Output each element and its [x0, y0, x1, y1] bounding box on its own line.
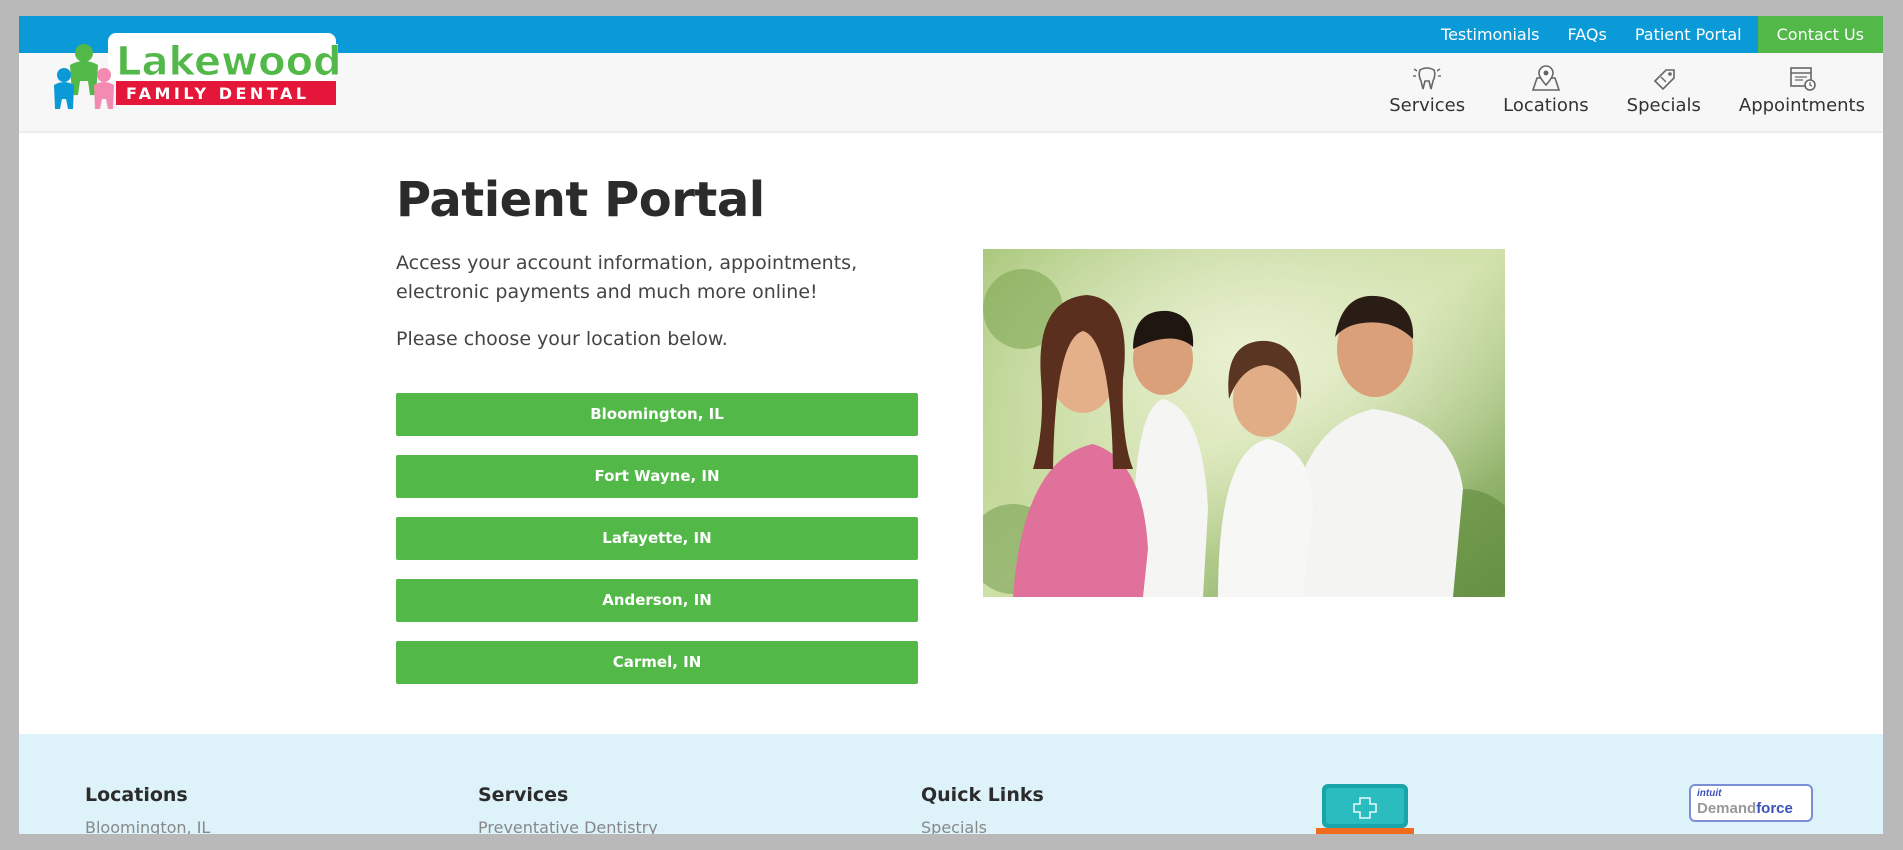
intro-text: Access your account information, appoint…: [396, 252, 858, 303]
calendar-icon: [1790, 67, 1816, 91]
main-content: Patient Portal Access your account infor…: [19, 135, 1883, 735]
main-nav: Services Locations Specials Appointments: [1351, 65, 1865, 116]
footer-locations-heading: Locations: [85, 784, 188, 806]
site-header: Lakewood FAMILY DENTAL Services Location…: [19, 33, 1883, 133]
tag-icon: [1653, 69, 1675, 91]
portal-badge-icon[interactable]: [1316, 782, 1414, 834]
footer-services: Services Preventative Dentistry: [478, 784, 658, 834]
nav-specials-label: Specials: [1626, 95, 1701, 116]
top-link-faqs[interactable]: FAQs: [1554, 16, 1621, 53]
browser-viewport: Testimonials FAQs Patient Portal Contact…: [19, 16, 1883, 834]
page-title: Patient Portal: [396, 172, 765, 228]
map-pin-icon: [1531, 65, 1561, 91]
demandforce-badge[interactable]: intuit Demandforce: [1689, 784, 1813, 822]
top-link-contact-us[interactable]: Contact Us: [1757, 16, 1883, 53]
logo-tagline: FAMILY DENTAL: [126, 84, 310, 103]
footer-quick-link[interactable]: Specials: [921, 818, 1044, 834]
logo-wordmark: Lakewood: [116, 39, 338, 85]
top-link-patient-portal[interactable]: Patient Portal: [1621, 16, 1756, 53]
top-links: Testimonials FAQs Patient Portal Contact…: [1427, 16, 1883, 53]
nav-specials[interactable]: Specials: [1627, 65, 1701, 116]
location-button-bloomington[interactable]: Bloomington, IL: [396, 393, 918, 436]
footer-locations: Locations Bloomington, IL: [85, 784, 210, 834]
location-button-lafayette[interactable]: Lafayette, IN: [396, 517, 918, 560]
top-link-testimonials[interactable]: Testimonials: [1427, 16, 1554, 53]
footer-location-link[interactable]: Bloomington, IL: [85, 818, 210, 834]
tooth-icon: [1413, 67, 1442, 90]
location-button-fort-wayne[interactable]: Fort Wayne, IN: [396, 455, 918, 498]
family-photo: [983, 249, 1505, 597]
footer-quick-links-heading: Quick Links: [921, 784, 1044, 806]
nav-services-label: Services: [1389, 95, 1466, 116]
footer-quick-links: Quick Links Specials: [921, 784, 1044, 834]
footer-service-link[interactable]: Preventative Dentistry: [478, 818, 658, 834]
demandforce-logo: Demandforce: [1697, 800, 1793, 817]
footer-services-heading: Services: [478, 784, 569, 806]
demandforce-label-b: force: [1756, 800, 1793, 817]
lakewood-logo[interactable]: Lakewood FAMILY DENTAL: [46, 33, 338, 113]
demandforce-label-a: Demand: [1697, 800, 1757, 817]
intuit-label: intuit: [1697, 788, 1722, 799]
nav-locations-label: Locations: [1503, 95, 1589, 116]
location-button-anderson[interactable]: Anderson, IN: [396, 579, 918, 622]
location-button-carmel[interactable]: Carmel, IN: [396, 641, 918, 684]
site-footer: Locations Bloomington, IL Services Preve…: [19, 734, 1883, 834]
nav-locations[interactable]: Locations: [1503, 65, 1589, 116]
nav-appointments[interactable]: Appointments: [1739, 65, 1865, 116]
nav-appointments-label: Appointments: [1738, 95, 1865, 116]
choose-location-text: Please choose your location below.: [396, 328, 728, 350]
nav-services[interactable]: Services: [1389, 65, 1465, 116]
